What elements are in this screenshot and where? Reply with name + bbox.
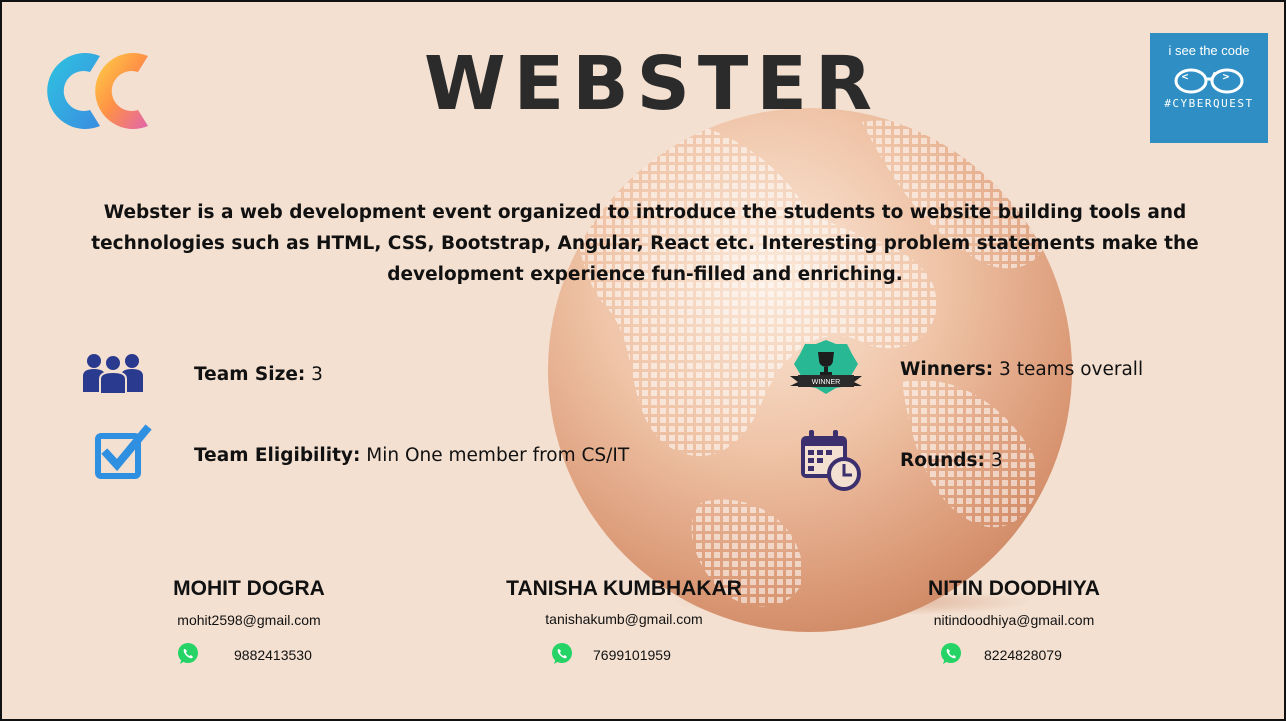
team-size-label: Team Size: xyxy=(194,364,306,385)
eligibility-label: Team Eligibility: xyxy=(194,445,361,466)
winners-value: 3 teams overall xyxy=(993,359,1144,380)
contact-name: TANISHA KUMBHAKAR xyxy=(506,577,742,600)
team-size-value: 3 xyxy=(305,364,323,385)
team-size: Team Size: 3 xyxy=(194,364,323,385)
contact-phone[interactable]: 8224828079 xyxy=(984,647,1062,663)
winner-badge-icon: WINNER xyxy=(790,340,862,394)
badge-hashtag: #CYBERQUEST xyxy=(1164,97,1254,110)
page-title: WEBSTER xyxy=(424,41,880,127)
slide: WEBSTER i see the code < /> #CYBERQUEST … xyxy=(0,0,1286,721)
cc-logo xyxy=(47,53,148,129)
winners: Winners: 3 teams overall xyxy=(900,359,1143,380)
cyberquest-badge: i see the code < /> #CYBERQUEST xyxy=(1150,33,1268,143)
team-icon xyxy=(83,354,143,394)
eligibility-value: Min One member from CS/IT xyxy=(360,445,630,466)
badge-glyphs: < /> xyxy=(1181,70,1237,83)
contact-email[interactable]: tanishakumb@gmail.com xyxy=(474,611,774,627)
calendar-clock-icon xyxy=(801,430,861,491)
team-eligibility: Team Eligibility: Min One member from CS… xyxy=(194,445,629,466)
rounds: Rounds: 3 xyxy=(900,450,1003,471)
winners-label: Winners: xyxy=(900,359,994,380)
whatsapp-icon xyxy=(552,643,572,664)
badge-tagline: i see the code xyxy=(1168,43,1250,58)
rounds-label: Rounds: xyxy=(900,450,985,471)
checkbox-icon xyxy=(95,424,152,479)
contact-name: MOHIT DOGRA xyxy=(173,577,325,600)
event-description: Webster is a web development event organ… xyxy=(91,202,1199,285)
rounds-value: 3 xyxy=(984,450,1003,471)
contact-email[interactable]: mohit2598@gmail.com xyxy=(99,612,399,628)
whatsapp-icon xyxy=(178,643,198,664)
whatsapp-icon xyxy=(941,643,961,664)
contact-phone[interactable]: 7699101959 xyxy=(593,647,671,663)
contact-phone[interactable]: 9882413530 xyxy=(234,647,312,663)
winner-ribbon-text: WINNER xyxy=(812,379,840,386)
contact-email[interactable]: nitindoodhiya@gmail.com xyxy=(864,612,1164,628)
contact-name: NITIN DOODHIYA xyxy=(928,577,1100,600)
